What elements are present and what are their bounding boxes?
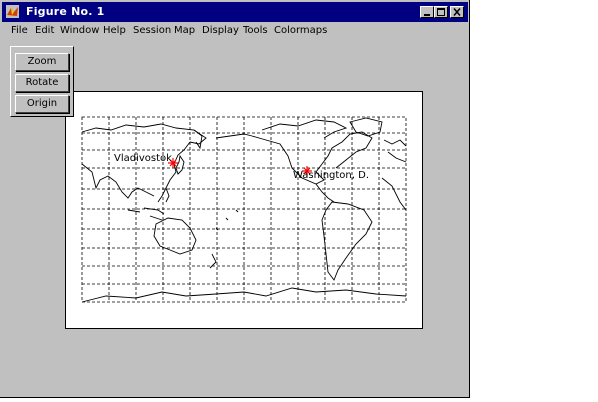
menu-display[interactable]: Display — [202, 25, 239, 36]
menu-edit[interactable]: Edit — [35, 25, 54, 36]
map-tools-popup: Zoom Rotate Origin — [10, 46, 74, 117]
close-icon — [453, 8, 461, 16]
menu-session[interactable]: Session — [133, 25, 171, 36]
menu-tools[interactable]: Tools — [243, 25, 268, 36]
menu-bar: File Edit Window Help Session Map Displa… — [2, 23, 468, 40]
minimize-icon — [424, 14, 430, 16]
map-graticule — [81, 116, 407, 303]
menu-file[interactable]: File — [11, 25, 28, 36]
menu-window[interactable]: Window — [60, 25, 99, 36]
minimize-button[interactable] — [420, 6, 434, 18]
close-button[interactable] — [450, 6, 464, 18]
title-bar[interactable]: Figure No. 1 — [2, 2, 468, 22]
world-map — [81, 116, 407, 303]
maximize-button[interactable] — [434, 6, 448, 18]
menu-help[interactable]: Help — [103, 25, 126, 36]
zoom-button[interactable]: Zoom — [15, 53, 69, 71]
window-title: Figure No. 1 — [26, 5, 105, 18]
maximize-icon — [437, 8, 445, 16]
map-axes[interactable]: Vladivostok Washington, D. — [65, 91, 423, 329]
figure-window: Figure No. 1 File Edit Window Help Sessi… — [0, 0, 470, 398]
label-vladivostok: Vladivostok — [114, 153, 172, 164]
rotate-button[interactable]: Rotate — [15, 74, 69, 92]
matlab-logo-icon — [6, 5, 19, 18]
origin-button[interactable]: Origin — [15, 95, 69, 113]
menu-map[interactable]: Map — [174, 25, 195, 36]
menu-colormaps[interactable]: Colormaps — [274, 25, 327, 36]
label-washington: Washington, D. — [293, 170, 370, 181]
